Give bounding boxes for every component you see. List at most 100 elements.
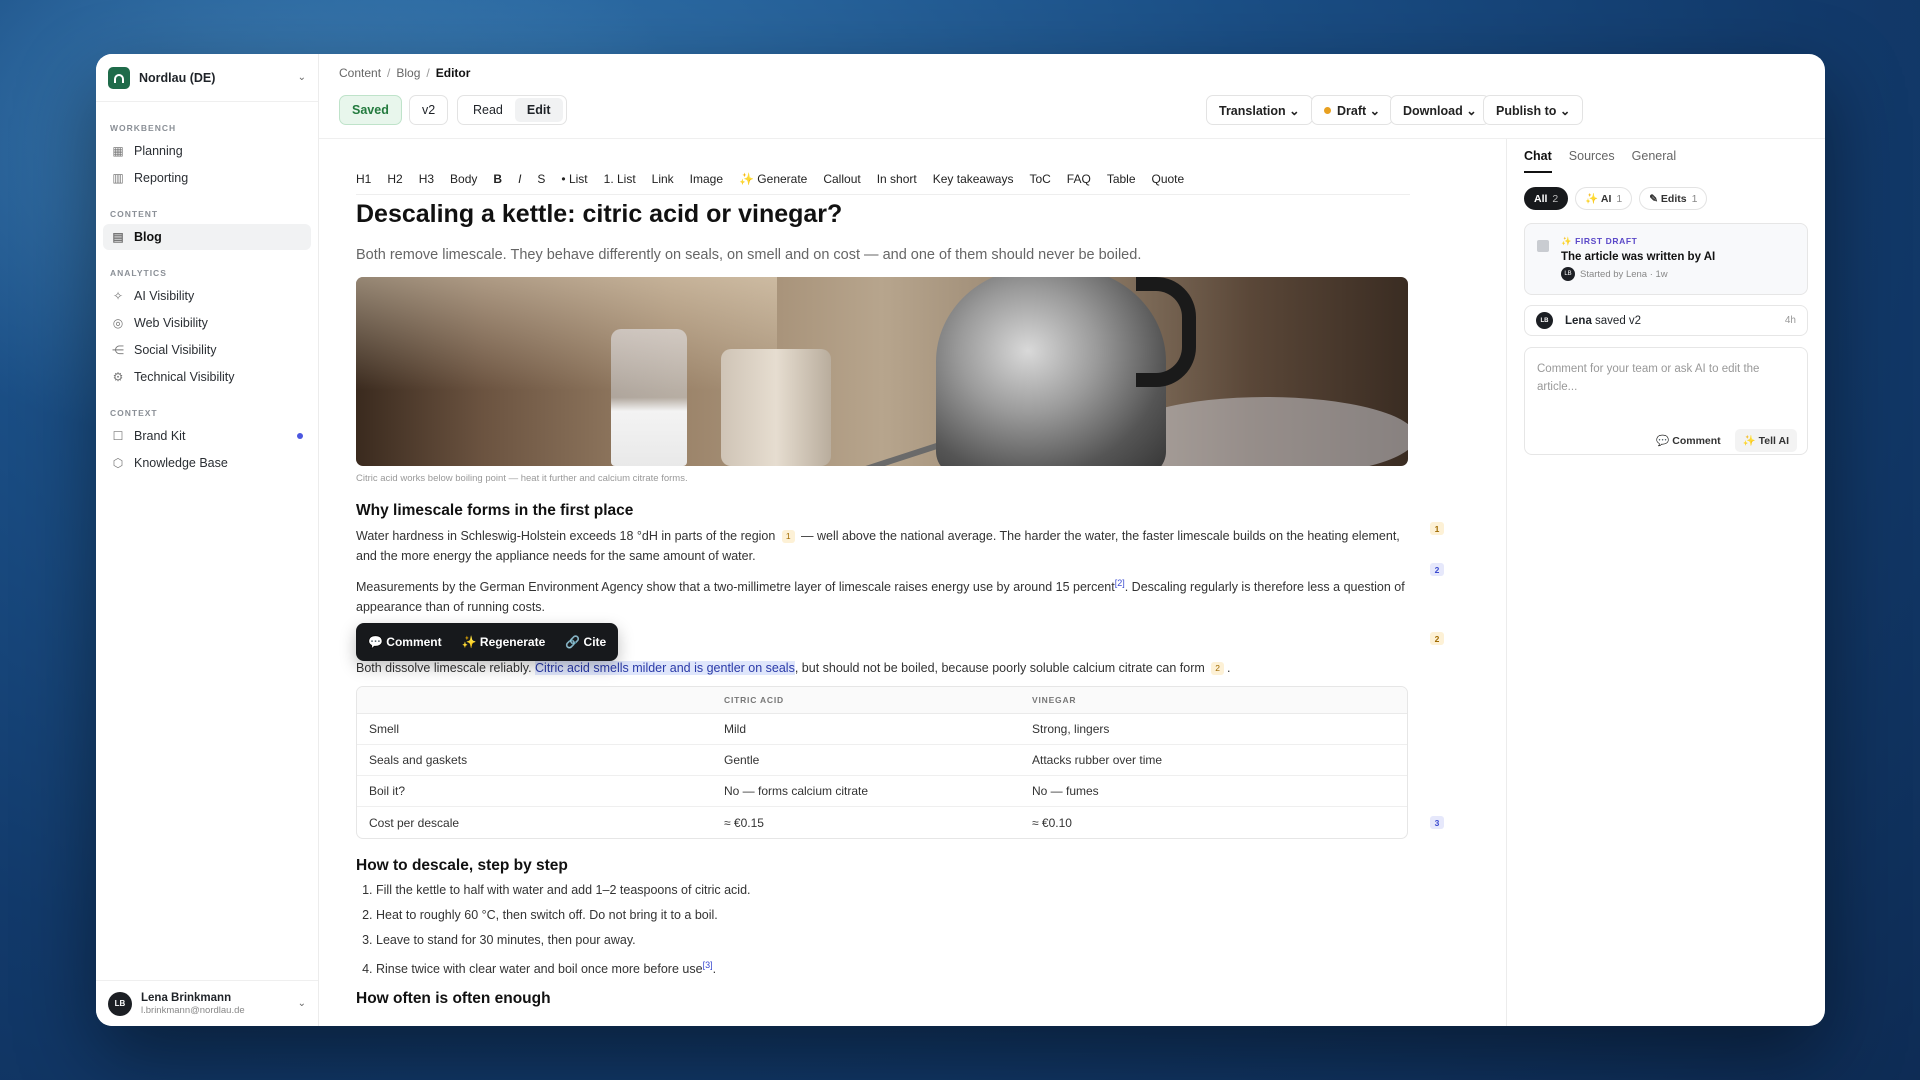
- toolbar-link[interactable]: Link: [652, 172, 674, 186]
- tab-sources[interactable]: Sources: [1569, 149, 1615, 173]
- section-title-analytics: ANALYTICS: [110, 268, 167, 278]
- breadcrumb: Content / Blog / Editor: [339, 66, 471, 80]
- toolbar-bold[interactable]: B: [493, 172, 502, 186]
- sidebar-item-planning[interactable]: ▦ Planning: [103, 138, 311, 164]
- toolbar-h2[interactable]: H2: [387, 172, 402, 186]
- steps-list[interactable]: Fill the kettle to half with water and a…: [356, 878, 1408, 978]
- toolbar-body[interactable]: Body: [450, 172, 477, 186]
- toolbar-h3[interactable]: H3: [419, 172, 434, 186]
- toolbar-table[interactable]: Table: [1107, 172, 1136, 186]
- comment-submit-button[interactable]: 💬 Comment: [1656, 434, 1720, 447]
- list-item[interactable]: Fill the kettle to half with water and a…: [376, 878, 1408, 903]
- comment-box[interactable]: Comment for your team or ask AI to edit …: [1524, 347, 1808, 455]
- toolbar-bullet-list[interactable]: • List: [561, 172, 587, 186]
- paragraph-1[interactable]: Water hardness in Schleswig-Holstein exc…: [356, 526, 1408, 566]
- document-body[interactable]: Descaling a kettle: citric acid or vineg…: [356, 197, 1408, 1008]
- first-draft-title: The article was written by AI: [1561, 251, 1716, 263]
- workspace-switcher[interactable]: Nordlau (DE) ⌄: [96, 54, 318, 102]
- translation-dropdown[interactable]: Translation ⌄: [1206, 95, 1313, 125]
- margin-citation-badge[interactable]: 1: [1430, 522, 1444, 535]
- list-item[interactable]: Heat to roughly 60 °C, then switch off. …: [376, 903, 1408, 928]
- comment-input[interactable]: Comment for your team or ask AI to edit …: [1537, 360, 1795, 396]
- toolbar-image[interactable]: Image: [690, 172, 723, 186]
- table-header: VINEGAR: [1020, 687, 1407, 715]
- edit-mode-button[interactable]: Edit: [514, 98, 563, 122]
- activity-item[interactable]: LB Lena saved v2 4h: [1524, 305, 1808, 336]
- toolbar-numbered-list[interactable]: 1. List: [604, 172, 636, 186]
- margin-citation-badge[interactable]: 2: [1430, 563, 1444, 576]
- article-title[interactable]: Descaling a kettle: citric acid or vineg…: [356, 200, 1408, 229]
- read-mode-button[interactable]: Read: [461, 98, 515, 122]
- sidebar-item-knowledge-base[interactable]: ⬡ Knowledge Base: [103, 450, 311, 476]
- cite-button[interactable]: 🔗 Cite: [565, 635, 606, 649]
- user-menu[interactable]: LB Lena Brinkmann l.brinkmann@nordlau.de…: [96, 980, 318, 1026]
- tab-chat[interactable]: Chat: [1524, 149, 1552, 173]
- breadcrumb-content[interactable]: Content: [339, 66, 381, 80]
- toolbar-strike[interactable]: S: [537, 172, 545, 186]
- regenerate-button[interactable]: ✨ Regenerate: [462, 635, 546, 649]
- tab-general[interactable]: General: [1632, 149, 1676, 173]
- notification-dot: [297, 433, 303, 439]
- hero-image[interactable]: [356, 277, 1408, 466]
- download-dropdown[interactable]: Download ⌄: [1390, 95, 1490, 125]
- publish-dropdown[interactable]: Publish to ⌄: [1483, 95, 1584, 125]
- filter-all[interactable]: All 2: [1524, 187, 1569, 210]
- toolbar-toc[interactable]: ToC: [1029, 172, 1050, 186]
- first-draft-card[interactable]: ✨ FIRST DRAFT The article was written by…: [1524, 223, 1808, 295]
- comment-button[interactable]: 💬 Comment: [368, 635, 442, 649]
- margin-citation-badge[interactable]: 3: [1430, 816, 1444, 829]
- tell-ai-button[interactable]: ✨ Tell AI: [1734, 429, 1797, 452]
- list-item[interactable]: Leave to stand for 30 minutes, then pour…: [376, 928, 1408, 953]
- sidebar-item-social-visibility[interactable]: ⋲ Social Visibility: [103, 337, 311, 363]
- activity-time: 4h: [1784, 315, 1796, 326]
- comparison-table[interactable]: CITRIC ACID VINEGAR Smell Mild Strong, lin…: [356, 686, 1408, 840]
- toolbar-key-takeaways[interactable]: Key takeaways: [933, 172, 1014, 186]
- filter-ai[interactable]: ✨ AI 1: [1575, 187, 1633, 210]
- sidebar-item-reporting[interactable]: ▥ Reporting: [103, 165, 311, 191]
- margin-citation-badge[interactable]: 2: [1430, 632, 1444, 645]
- toolbar-h1[interactable]: H1: [356, 172, 371, 186]
- sidebar-item-blog[interactable]: ▤ Blog: [103, 224, 311, 250]
- breadcrumb-blog[interactable]: Blog: [396, 66, 420, 80]
- sidebar-item-technical-visibility[interactable]: ⚙ Technical Visibility: [103, 364, 311, 390]
- footnote-ref[interactable]: [2]: [1115, 578, 1125, 588]
- globe-icon: ◎: [112, 316, 124, 330]
- sidebar-item-ai-visibility[interactable]: ✧ AI Visibility: [103, 283, 311, 309]
- article-subtitle[interactable]: Both remove limescale. They behave diffe…: [356, 247, 1408, 263]
- citation-badge[interactable]: 2: [1211, 662, 1225, 676]
- main-area: Content / Blog / Editor Saved v2 Read Edit T…: [319, 54, 1825, 1026]
- table-row: Smell Mild Strong, lingers: [357, 714, 1407, 746]
- toolbar-italic[interactable]: I: [518, 172, 521, 186]
- paragraph-3[interactable]: Both dissolve limescale reliably. Citric…: [356, 658, 1408, 678]
- avatar: LB: [1536, 312, 1553, 329]
- status-dropdown[interactable]: Draft ⌄: [1311, 95, 1394, 125]
- cube-icon: ⬡: [112, 456, 124, 470]
- table-header: CITRIC ACID: [712, 687, 1020, 715]
- sidebar-item-brand-kit[interactable]: ☐ Brand Kit: [103, 423, 311, 449]
- heading-how[interactable]: How to descale, step by step: [356, 857, 1408, 875]
- list-item[interactable]: Rinse twice with clear water and boil on…: [376, 953, 1408, 978]
- selected-text[interactable]: Citric acid smells milder and is gentler…: [535, 661, 795, 676]
- toolbar-callout[interactable]: Callout: [823, 172, 860, 186]
- citation-badge[interactable]: 1: [781, 530, 795, 543]
- app-window: Nordlau (DE) ⌄ WORKBENCH ▦ Planning ▥ Repo…: [96, 54, 1825, 1026]
- toolbar-faq[interactable]: FAQ: [1067, 172, 1091, 186]
- image-caption[interactable]: Citric acid works below boiling point — …: [356, 473, 1408, 484]
- footnote-ref[interactable]: [3]: [703, 960, 713, 970]
- user-email: l.brinkmann@nordlau.de: [141, 1004, 245, 1016]
- version-button[interactable]: v2: [409, 95, 449, 125]
- filter-edits[interactable]: ✎ Edits 1: [1639, 187, 1708, 210]
- toolbar-in-short[interactable]: In short: [877, 172, 917, 186]
- selection-toolbar: 💬 Comment ✨ Regenerate 🔗 Cite: [356, 623, 619, 661]
- first-draft-tag: ✨ FIRST DRAFT: [1561, 236, 1638, 246]
- toolbar-generate[interactable]: ✨ Generate: [739, 172, 807, 186]
- paragraph-2[interactable]: Measurements by the German Environment A…: [356, 573, 1408, 617]
- toolbar-quote[interactable]: Quote: [1152, 172, 1185, 186]
- topbar: Content / Blog / Editor Saved v2 Read Edit T…: [319, 54, 1825, 139]
- heading-why[interactable]: Why limescale forms in the first place: [356, 502, 1408, 520]
- document-icon: [1537, 240, 1549, 252]
- panel-tabs: Chat Sources General: [1524, 149, 1825, 173]
- book-icon: ☐: [112, 429, 124, 443]
- sidebar-item-web-visibility[interactable]: ◎ Web Visibility: [103, 310, 311, 336]
- heading-often[interactable]: How often is often enough: [356, 990, 1408, 1008]
